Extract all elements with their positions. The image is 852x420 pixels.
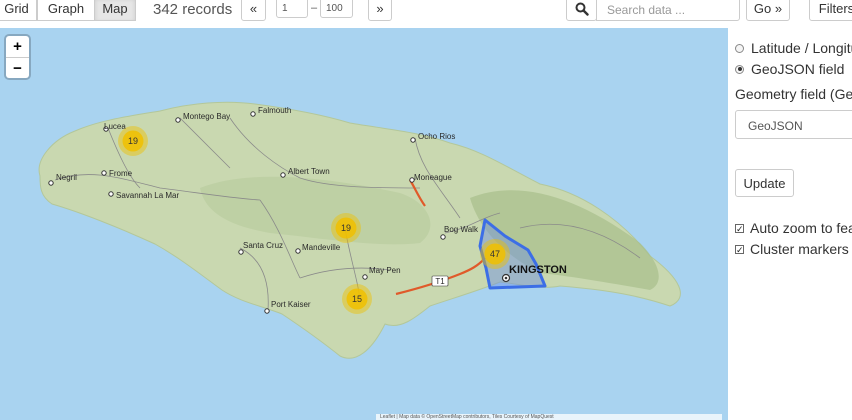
route-shield-t1: T1: [431, 275, 449, 287]
map-attribution: Leaflet | Map data © OpenStreetMap contr…: [376, 414, 722, 420]
search-button[interactable]: [566, 0, 597, 21]
cluster-count: 15: [352, 294, 362, 304]
cluster-markers-checkbox[interactable]: ✓: [735, 244, 744, 254]
zoom-control: + −: [6, 36, 29, 78]
cluster-marker-westmoreland[interactable]: 19: [118, 126, 148, 156]
label-savanna: Savannah La Mar: [116, 191, 179, 200]
map-canvas[interactable]: T1 Montego Bay Falmouth Lucea Negril Fro…: [0, 28, 728, 420]
cluster-marker-kingston[interactable]: 47: [480, 239, 510, 269]
latlon-option[interactable]: Latitude / Longitude fields: [735, 40, 852, 56]
auto-zoom-checkbox[interactable]: ✓: [735, 223, 744, 233]
label-bog-walk: Bog Walk: [444, 225, 479, 234]
label-santa-cruz: Santa Cruz: [243, 241, 283, 250]
cluster-markers-label: Cluster markers: [750, 241, 849, 257]
search-icon: [575, 2, 589, 16]
cluster-count: 19: [128, 136, 138, 146]
cluster-marker-manchester[interactable]: 19: [331, 213, 361, 243]
geometry-field-select[interactable]: GeoJSON: [735, 110, 852, 139]
pager-from-input[interactable]: 1: [276, 0, 308, 18]
latlon-radio[interactable]: [735, 43, 744, 53]
label-kingston: KINGSTON: [509, 264, 567, 276]
zoom-out-button[interactable]: −: [6, 57, 29, 78]
label-mandeville: Mandeville: [302, 243, 341, 252]
geojson-option[interactable]: GeoJSON field: [735, 61, 844, 77]
route-shield-label: T1: [435, 277, 445, 286]
label-albert-town: Albert Town: [288, 167, 330, 176]
graph-view-button[interactable]: Graph: [37, 0, 95, 21]
label-port-kaiser: Port Kaiser: [271, 300, 311, 309]
label-may-pen: May Pen: [369, 266, 401, 275]
auto-zoom-option[interactable]: ✓ Auto zoom to features: [735, 220, 852, 236]
cluster-marker-clarendon[interactable]: 15: [342, 284, 372, 314]
toolbar: Grid Graph Map 342 records « 1 – 100 » S…: [0, 0, 852, 22]
map-settings-panel: Latitude / Longitude fields GeoJSON fiel…: [728, 28, 852, 420]
map-view[interactable]: T1 Montego Bay Falmouth Lucea Negril Fro…: [0, 28, 728, 420]
pager-separator: –: [311, 2, 318, 14]
pager-prev-button[interactable]: «: [241, 0, 266, 21]
cluster-markers-option[interactable]: ✓ Cluster markers: [735, 241, 849, 257]
label-lucea: Lucea: [104, 122, 126, 131]
label-moneague: Moneague: [414, 173, 452, 182]
label-montego-bay: Montego Bay: [183, 112, 230, 121]
label-negril: Negril: [56, 173, 77, 182]
filters-button[interactable]: Filters: [809, 0, 852, 21]
auto-zoom-label: Auto zoom to features: [750, 220, 852, 236]
map-view-button[interactable]: Map: [94, 0, 136, 21]
pager-next-button[interactable]: »: [368, 0, 392, 21]
record-count: 342 records: [153, 1, 233, 18]
search-input[interactable]: Search data ...: [596, 0, 740, 21]
geometry-field-label: Geometry field (GeoJSON): [735, 86, 852, 102]
zoom-in-button[interactable]: +: [6, 36, 29, 57]
geojson-radio[interactable]: [735, 64, 744, 74]
label-frome: Frome: [109, 169, 133, 178]
cluster-count: 19: [341, 223, 351, 233]
label-ocho-rios: Ocho Rios: [418, 132, 455, 141]
update-button[interactable]: Update: [735, 169, 794, 197]
pager-to-input[interactable]: 100: [320, 0, 353, 18]
go-button[interactable]: Go »: [746, 0, 790, 21]
latlon-label: Latitude / Longitude fields: [751, 40, 852, 56]
grid-view-button[interactable]: Grid: [0, 0, 37, 21]
cluster-count: 47: [490, 249, 500, 259]
label-falmouth: Falmouth: [258, 106, 291, 115]
geojson-label: GeoJSON field: [751, 61, 845, 77]
